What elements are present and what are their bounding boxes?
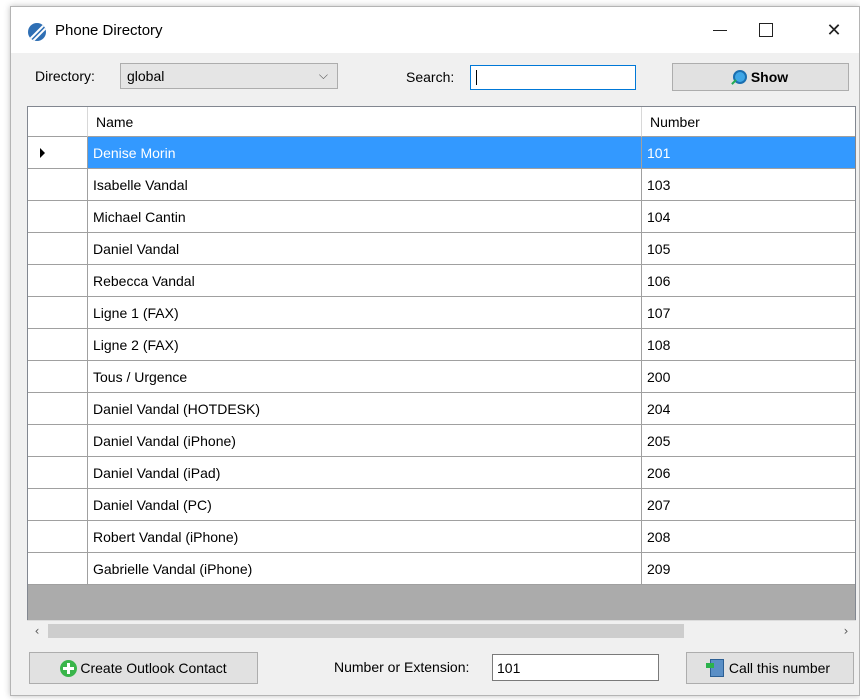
name-cell[interactable]: Daniel Vandal (PC) [88,489,642,521]
name-cell[interactable]: Rebecca Vandal [88,265,642,297]
grid-header: Name Number [28,107,855,137]
show-button-label: Show [750,69,789,85]
name-cell[interactable]: Robert Vandal (iPhone) [88,521,642,553]
row-header[interactable] [28,521,88,553]
scroll-right-icon[interactable]: › [836,621,856,641]
number-cell[interactable]: 208 [642,521,855,553]
name-cell[interactable]: Isabelle Vandal [88,169,642,201]
row-header[interactable] [28,457,88,489]
grid-rows: Denise Morin 101 Isabelle Vandal 103 Michael… [28,137,855,585]
name-cell[interactable]: Gabrielle Vandal (iPhone) [88,553,642,585]
name-cell[interactable]: Michael Cantin [88,201,642,233]
app-logo-icon [28,23,46,41]
number-cell[interactable]: 209 [642,553,855,585]
row-header[interactable] [28,233,88,265]
maximize-icon [759,23,773,37]
name-cell[interactable]: Daniel Vandal (HOTDESK) [88,393,642,425]
number-cell[interactable]: 106 [642,265,855,297]
directory-value: global [127,68,165,84]
table-row[interactable]: Daniel Vandal 105 [28,233,855,265]
call-number-button[interactable]: Call this number [686,652,854,684]
row-header[interactable] [28,489,88,521]
name-cell[interactable]: Denise Morin [88,137,642,169]
number-cell[interactable]: 107 [642,297,855,329]
table-row[interactable]: Daniel Vandal (HOTDESK) 204 [28,393,855,425]
row-header[interactable] [28,169,88,201]
directory-grid: Name Number Denise Morin 101 Isabelle Vand… [27,106,856,640]
table-row[interactable]: Denise Morin 101 [28,137,855,169]
number-cell[interactable]: 204 [642,393,855,425]
number-cell[interactable]: 205 [642,425,855,457]
minimize-icon [713,29,727,31]
row-header[interactable] [28,553,88,585]
window-title: Phone Directory [55,22,163,39]
number-cell[interactable]: 207 [642,489,855,521]
row-header[interactable] [28,137,88,169]
chevron-down-icon: ⌵ [318,68,328,82]
name-cell[interactable]: Daniel Vandal (iPad) [88,457,642,489]
table-row[interactable]: Rebecca Vandal 106 [28,265,855,297]
number-cell[interactable]: 105 [642,233,855,265]
name-cell[interactable]: Daniel Vandal [88,233,642,265]
table-row[interactable]: Daniel Vandal (iPhone) 205 [28,425,855,457]
name-cell[interactable]: Daniel Vandal (iPhone) [88,425,642,457]
row-header[interactable] [28,393,88,425]
row-header[interactable] [28,361,88,393]
close-icon: ✕ [826,19,842,41]
directory-label: Directory: [35,68,95,84]
number-extension-input[interactable] [492,654,659,681]
row-header[interactable] [28,297,88,329]
search-input[interactable] [470,65,636,90]
call-button-label: Call this number [728,660,831,676]
number-cell[interactable]: 206 [642,457,855,489]
number-extension-label: Number or Extension: [334,659,470,675]
table-row[interactable]: Ligne 1 (FAX) 107 [28,297,855,329]
name-cell[interactable]: Ligne 2 (FAX) [88,329,642,361]
row-header-corner [28,107,88,137]
table-row[interactable]: Isabelle Vandal 103 [28,169,855,201]
table-row[interactable]: Michael Cantin 104 [28,201,855,233]
column-header-name[interactable]: Name [88,107,642,137]
text-caret [476,70,477,85]
number-cell[interactable]: 200 [642,361,855,393]
horizontal-scrollbar[interactable]: ‹ › [27,620,856,641]
create-contact-label: Create Outlook Contact [80,660,227,676]
directory-select[interactable]: global ⌵ [120,63,338,89]
phone-directory-window: Phone Directory ✕ Directory: global ⌵ Se… [10,6,860,696]
add-circle-icon [60,659,78,677]
create-outlook-contact-button[interactable]: Create Outlook Contact [29,652,258,684]
number-cell[interactable]: 104 [642,201,855,233]
number-cell[interactable]: 101 [642,137,855,169]
column-header-number[interactable]: Number [642,107,855,137]
row-header[interactable] [28,265,88,297]
table-row[interactable]: Robert Vandal (iPhone) 208 [28,521,855,553]
show-button[interactable]: Show [672,63,849,91]
title-bar: Phone Directory ✕ [11,7,859,53]
scrollbar-thumb[interactable] [48,624,684,638]
minimize-button[interactable] [697,7,743,53]
row-header[interactable] [28,425,88,457]
table-row[interactable]: Gabrielle Vandal (iPhone) 209 [28,553,855,585]
name-cell[interactable]: Ligne 1 (FAX) [88,297,642,329]
close-button[interactable]: ✕ [811,7,857,53]
name-cell[interactable]: Tous / Urgence [88,361,642,393]
table-row[interactable]: Ligne 2 (FAX) 108 [28,329,855,361]
phone-call-icon [705,659,724,677]
current-row-arrow-icon [40,148,45,158]
row-header[interactable] [28,201,88,233]
maximize-button[interactable] [743,7,789,53]
table-row[interactable]: Daniel Vandal (PC) 207 [28,489,855,521]
table-row[interactable]: Daniel Vandal (iPad) 206 [28,457,855,489]
row-header[interactable] [28,329,88,361]
search-icon [732,70,747,84]
search-label: Search: [406,69,455,85]
scroll-left-icon[interactable]: ‹ [27,621,47,641]
number-cell[interactable]: 108 [642,329,855,361]
number-cell[interactable]: 103 [642,169,855,201]
table-row[interactable]: Tous / Urgence 200 [28,361,855,393]
